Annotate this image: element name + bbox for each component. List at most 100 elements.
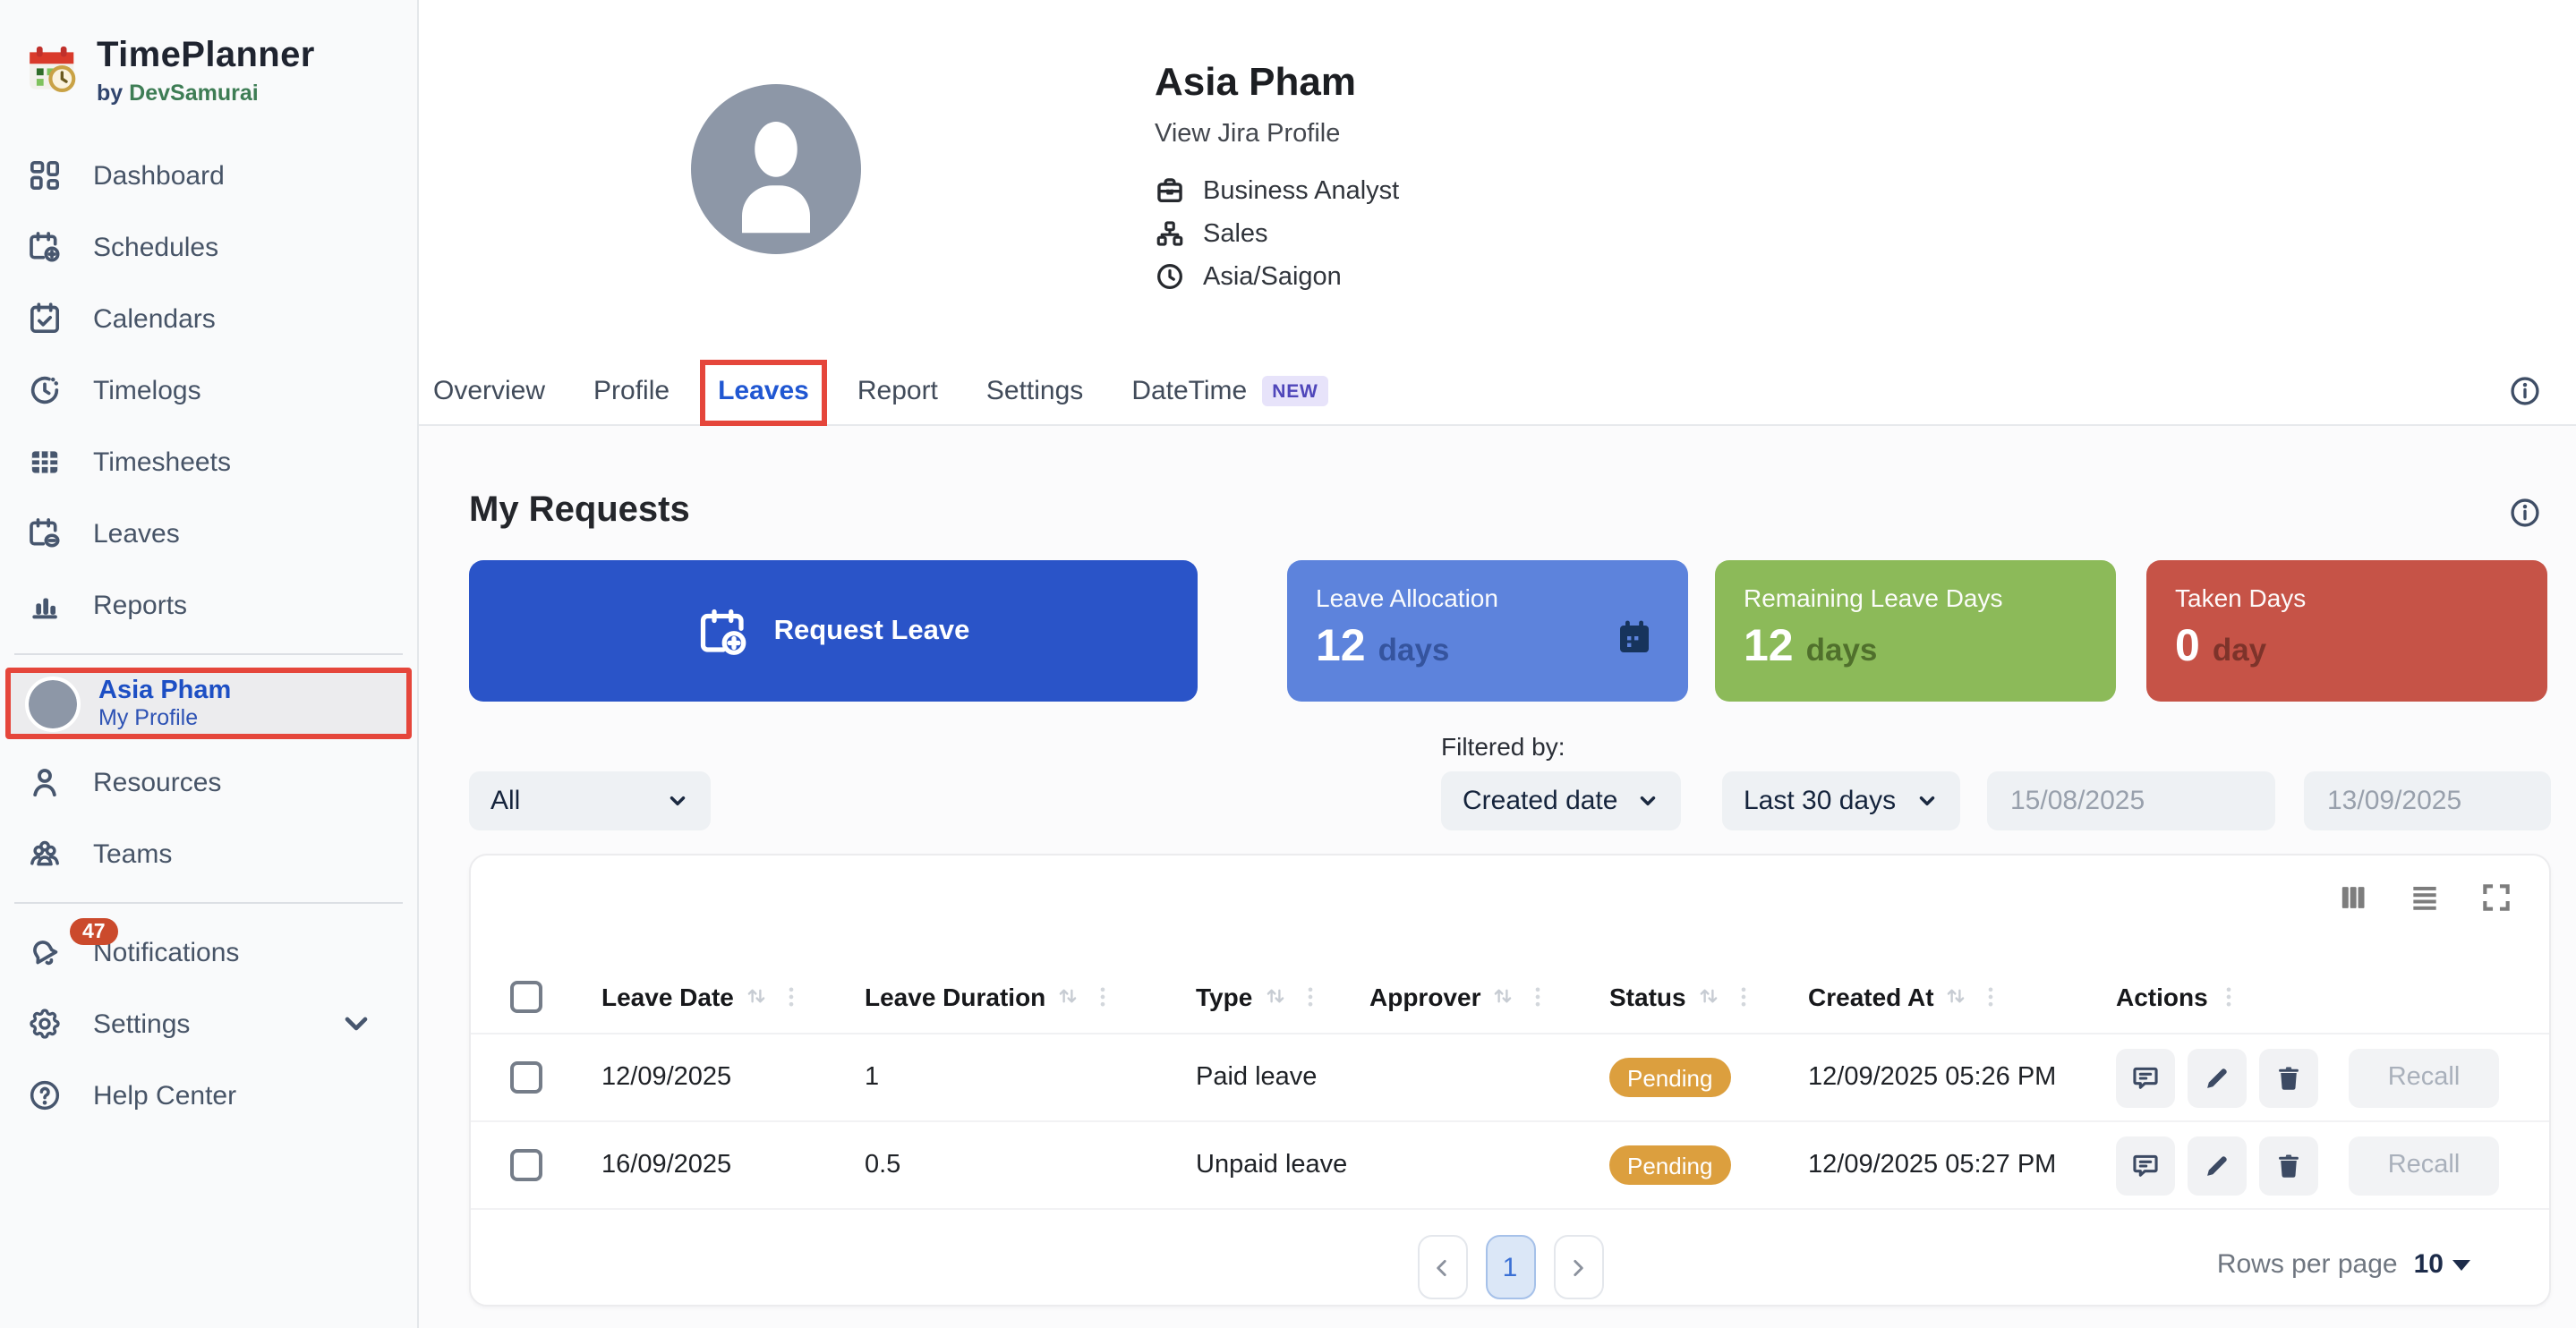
chevron-down-icon (338, 1006, 374, 1042)
page-number-button[interactable]: 1 (1485, 1235, 1535, 1299)
sort-icon[interactable] (1261, 983, 1288, 1009)
tab-profile[interactable]: Profile (593, 376, 670, 406)
rows-per-page-select[interactable]: 10 (2414, 1249, 2470, 1280)
bar-chart-icon (27, 587, 63, 623)
tab-settings[interactable]: Settings (986, 376, 1083, 406)
new-badge: NEW (1261, 376, 1328, 406)
delete-button[interactable] (2259, 1136, 2318, 1195)
profile-avatar (691, 84, 861, 254)
sidebar-item-reports[interactable]: Reports (0, 569, 417, 641)
pencil-icon (2202, 1062, 2232, 1093)
requests-table-card: Leave Date Leave Duration Type Approver … (469, 854, 2551, 1307)
tab-datetime[interactable]: DateTime NEW (1131, 376, 1328, 406)
info-icon[interactable] (2508, 496, 2542, 530)
delete-button[interactable] (2259, 1048, 2318, 1107)
edit-button[interactable] (2188, 1048, 2247, 1107)
filter-field-select[interactable]: Created date (1441, 771, 1681, 830)
type-filter-select[interactable]: All (469, 771, 711, 830)
edit-button[interactable] (2188, 1136, 2247, 1195)
pencil-icon (2202, 1150, 2232, 1180)
comment-icon (2130, 1062, 2161, 1093)
table-footer: 1 Rows per page 10 (471, 1210, 2549, 1305)
sidebar-item-leaves[interactable]: Leaves (0, 498, 417, 569)
sidebar-item-resources[interactable]: Resources (0, 746, 417, 818)
sidebar-item-label: Leaves (93, 518, 180, 549)
profile-department: Sales (1155, 218, 1399, 249)
sidebar-item-timesheets[interactable]: Timesheets (0, 426, 417, 498)
sidebar-item-help-center[interactable]: Help Center (0, 1060, 417, 1131)
sort-icon[interactable] (743, 983, 770, 1009)
leave-allocation-value: 12 (1316, 621, 1366, 673)
sidebar-item-label: Timelogs (93, 375, 201, 405)
info-icon[interactable] (2508, 374, 2542, 408)
request-leave-button[interactable]: Request Leave (469, 560, 1198, 702)
sort-icon[interactable] (1054, 983, 1081, 1009)
fullscreen-icon[interactable] (2479, 881, 2513, 915)
column-menu-icon[interactable] (1297, 983, 1322, 1009)
sidebar-item-my-profile[interactable]: Asia Pham My Profile (5, 668, 412, 739)
column-menu-icon[interactable] (1525, 983, 1550, 1009)
recall-button[interactable]: Recall (2349, 1048, 2499, 1107)
column-menu-icon[interactable] (779, 983, 804, 1009)
notification-count-badge: 47 (70, 918, 118, 945)
sidebar-item-label: Notifications (93, 937, 239, 967)
list-view-icon[interactable] (2408, 881, 2442, 915)
sidebar-item-label: Calendars (93, 303, 216, 334)
cell-type: Paid leave (1196, 1063, 1369, 1092)
sidebar-item-label: Help Center (93, 1080, 236, 1111)
app-logo: TimePlanner by DevSamurai (0, 0, 417, 129)
sidebar-item-dashboard[interactable]: Dashboard (0, 140, 417, 211)
sidebar-item-notifications[interactable]: 47 Notifications (0, 916, 417, 988)
column-menu-icon[interactable] (1090, 983, 1115, 1009)
calendar-plus-icon (27, 229, 63, 265)
comment-button[interactable] (2116, 1136, 2175, 1195)
sidebar-item-calendars[interactable]: Calendars (0, 283, 417, 354)
chevron-down-icon (1915, 789, 1939, 813)
calendar-minus-icon (27, 515, 63, 551)
next-page-button[interactable] (1553, 1235, 1603, 1299)
tab-overview[interactable]: Overview (433, 376, 545, 406)
column-menu-icon[interactable] (2217, 983, 2242, 1009)
calendar-plus-icon (697, 604, 751, 658)
cell-leave-date: 12/09/2025 (601, 1063, 865, 1092)
question-circle-icon (27, 1077, 63, 1113)
chevron-down-icon (1636, 789, 1659, 813)
sort-icon[interactable] (1943, 983, 1970, 1009)
comment-button[interactable] (2116, 1048, 2175, 1107)
sidebar-item-teams[interactable]: Teams (0, 818, 417, 890)
calendar-check-icon (27, 301, 63, 336)
status-badge: Pending (1609, 1145, 1730, 1185)
end-date-input[interactable]: 13/09/2025 (2304, 771, 2551, 830)
taken-days-value: 0 (2175, 621, 2200, 673)
recall-button[interactable]: Recall (2349, 1136, 2499, 1195)
sidebar-item-settings[interactable]: Settings (0, 988, 417, 1060)
table-header-row: Leave Date Leave Duration Type Approver … (471, 959, 2549, 1034)
cell-created-at: 12/09/2025 05:27 PM (1808, 1151, 2116, 1179)
user-avatar (29, 679, 77, 728)
view-jira-profile-link[interactable]: View Jira Profile (1155, 120, 1399, 149)
clock-icon (1155, 261, 1185, 292)
date-range-select[interactable]: Last 30 days (1722, 771, 1960, 830)
sort-icon[interactable] (1695, 983, 1722, 1009)
column-menu-icon[interactable] (1979, 983, 2004, 1009)
cell-leave-duration: 1 (865, 1063, 1196, 1092)
prev-page-button[interactable] (1417, 1235, 1467, 1299)
select-all-checkbox[interactable] (510, 980, 542, 1012)
sidebar-item-timelogs[interactable]: Timelogs (0, 354, 417, 426)
columns-view-icon[interactable] (2336, 881, 2370, 915)
column-menu-icon[interactable] (1731, 983, 1756, 1009)
status-badge: Pending (1609, 1058, 1730, 1097)
trash-icon (2273, 1150, 2304, 1180)
tab-report[interactable]: Report (857, 376, 938, 406)
table-row: 12/09/2025 1 Paid leave Pending 12/09/20… (471, 1034, 2549, 1122)
start-date-input[interactable]: 15/08/2025 (1987, 771, 2275, 830)
sidebar-item-schedules[interactable]: Schedules (0, 211, 417, 283)
comment-icon (2130, 1150, 2161, 1180)
app-title: TimePlanner (97, 36, 315, 77)
row-checkbox[interactable] (510, 1149, 542, 1181)
tab-leaves[interactable]: Leaves (718, 376, 809, 406)
sort-icon[interactable] (1489, 983, 1516, 1009)
calendar-icon (1613, 616, 1656, 659)
profile-timezone: Asia/Saigon (1155, 261, 1399, 292)
row-checkbox[interactable] (510, 1061, 542, 1094)
